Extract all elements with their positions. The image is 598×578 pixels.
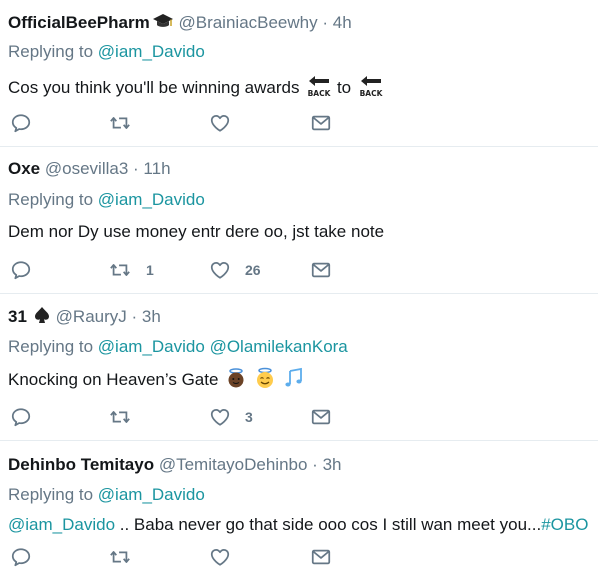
heart-icon: [209, 259, 231, 281]
tweet-header: OfficialBeePharm @BrainiacBeewhy · 4h: [8, 12, 352, 35]
tweet-text-body: Dem nor Dy use money entr dere oo, jst t…: [8, 222, 385, 241]
separator-dot: ·: [131, 307, 138, 326]
separator-dot: ·: [312, 455, 318, 474]
tweet-header: Dehinbo Temitayo @TemitayoDehinbo · 3h: [8, 455, 342, 475]
reply-button[interactable]: [10, 111, 32, 135]
tweet[interactable]: Dehinbo Temitayo @TemitayoDehinbo · 3h R…: [0, 441, 598, 578]
reply-button[interactable]: [10, 405, 32, 429]
retweet-count: 1: [146, 262, 154, 278]
reply-icon: [10, 406, 32, 428]
mention-link[interactable]: @iam_Davido: [98, 190, 205, 209]
timestamp[interactable]: 3h: [142, 307, 161, 326]
tweet-text: Dem nor Dy use money entr dere oo, jst t…: [8, 222, 384, 242]
tweet-text-body: Cos you think you'll be winning awards: [8, 77, 300, 97]
user-handle[interactable]: @RauryJ: [56, 307, 127, 326]
direct-message-button[interactable]: [310, 111, 332, 135]
tweet-header: 31 @RauryJ · 3h: [8, 306, 161, 329]
reply-button[interactable]: [10, 545, 32, 569]
timestamp[interactable]: 11h: [143, 159, 170, 178]
replying-to-label: Replying to: [8, 337, 94, 356]
retweet-icon: [108, 259, 132, 281]
retweet-button[interactable]: [108, 111, 132, 135]
separator-dot: ·: [133, 159, 139, 178]
mention-link[interactable]: @iam_Davido: [98, 485, 205, 504]
tweet-actions: [0, 545, 598, 569]
envelope-icon: [310, 112, 332, 134]
direct-message-button[interactable]: [310, 405, 332, 429]
tweet[interactable]: OfficialBeePharm @BrainiacBeewhy · 4h Re…: [0, 0, 598, 147]
envelope-icon: [310, 406, 332, 428]
timestamp[interactable]: 3h: [323, 455, 342, 474]
angel-dark-icon: [225, 367, 247, 394]
replying-to: Replying to @iam_Davido: [8, 42, 205, 62]
back-label: BACK: [308, 89, 332, 98]
mention-link[interactable]: @iam_Davido: [98, 337, 205, 356]
graduation-cap-icon: [152, 12, 174, 35]
retweet-button[interactable]: [108, 405, 132, 429]
retweet-icon: [108, 546, 132, 568]
display-name[interactable]: OfficialBeePharm: [8, 13, 150, 32]
like-count: 3: [245, 409, 253, 425]
music-notes-icon: [283, 367, 305, 394]
tweet[interactable]: 31 @RauryJ · 3h Replying to @iam_Davido …: [0, 294, 598, 441]
display-name[interactable]: Oxe: [8, 159, 40, 178]
like-count: 26: [245, 262, 261, 278]
like-button[interactable]: 3: [209, 405, 253, 429]
mention-link[interactable]: @iam_Davido: [98, 42, 205, 61]
reply-icon: [10, 546, 32, 568]
replying-to: Replying to @iam_Davido @OlamilekanKora: [8, 337, 348, 357]
tweet-actions: 3: [0, 405, 598, 429]
tweet-actions: [0, 111, 598, 135]
user-handle[interactable]: @TemitayoDehinbo: [159, 455, 308, 474]
smiling-halo-icon: [254, 367, 276, 394]
heart-icon: [209, 546, 231, 568]
replying-to-label: Replying to: [8, 42, 94, 61]
back-arrow-icon: BACK: [358, 73, 384, 104]
retweet-button[interactable]: 1: [108, 258, 154, 282]
replying-to: Replying to @iam_Davido: [8, 485, 205, 505]
tweet-text: Cos you think you'll be winning awards B…: [8, 73, 384, 104]
tweet-actions: 1 26: [0, 258, 598, 282]
back-arrow-icon: BACK: [306, 73, 332, 104]
reply-icon: [10, 112, 32, 134]
direct-message-button[interactable]: [310, 545, 332, 569]
tweet-text-body: Knocking on Heaven’s Gate: [8, 369, 219, 389]
direct-message-button[interactable]: [310, 258, 332, 282]
tweet-text-body: .. Baba never go that side ooo cos I sti…: [115, 515, 542, 534]
like-button[interactable]: [209, 545, 231, 569]
tweet[interactable]: Oxe @osevilla3 · 11h Replying to @iam_Da…: [0, 147, 598, 294]
replying-to-label: Replying to: [8, 190, 94, 209]
like-button[interactable]: [209, 111, 231, 135]
like-button[interactable]: 26: [209, 258, 261, 282]
envelope-icon: [310, 259, 332, 281]
tweet-text: Knocking on Heaven’s Gate: [8, 367, 305, 394]
reply-timeline: OfficialBeePharm @BrainiacBeewhy · 4h Re…: [0, 0, 598, 578]
retweet-icon: [108, 406, 132, 428]
user-handle[interactable]: @BrainiacBeewhy: [178, 13, 317, 32]
tweet-text: @iam_Davido .. Baba never go that side o…: [8, 515, 588, 535]
separator-dot: ·: [322, 13, 329, 32]
retweet-icon: [108, 112, 132, 134]
heart-icon: [209, 406, 231, 428]
display-name[interactable]: 31: [8, 307, 27, 326]
replying-to: Replying to @iam_Davido: [8, 190, 205, 210]
back-label: BACK: [359, 89, 383, 98]
user-handle[interactable]: @osevilla3: [45, 159, 128, 178]
retweet-button[interactable]: [108, 545, 132, 569]
heart-icon: [209, 112, 231, 134]
mention-link[interactable]: @iam_Davido: [8, 515, 115, 534]
hashtag-link[interactable]: #OBO: [541, 515, 588, 534]
tweet-text-middle: to: [336, 77, 352, 97]
replying-to-label: Replying to: [8, 485, 94, 504]
timestamp[interactable]: 4h: [333, 13, 352, 32]
mention-link[interactable]: @OlamilekanKora: [210, 337, 348, 356]
reply-button[interactable]: [10, 258, 32, 282]
reply-icon: [10, 259, 32, 281]
envelope-icon: [310, 546, 332, 568]
tweet-header: Oxe @osevilla3 · 11h: [8, 159, 171, 179]
display-name[interactable]: Dehinbo Temitayo: [8, 455, 154, 474]
spade-icon: [33, 306, 51, 329]
